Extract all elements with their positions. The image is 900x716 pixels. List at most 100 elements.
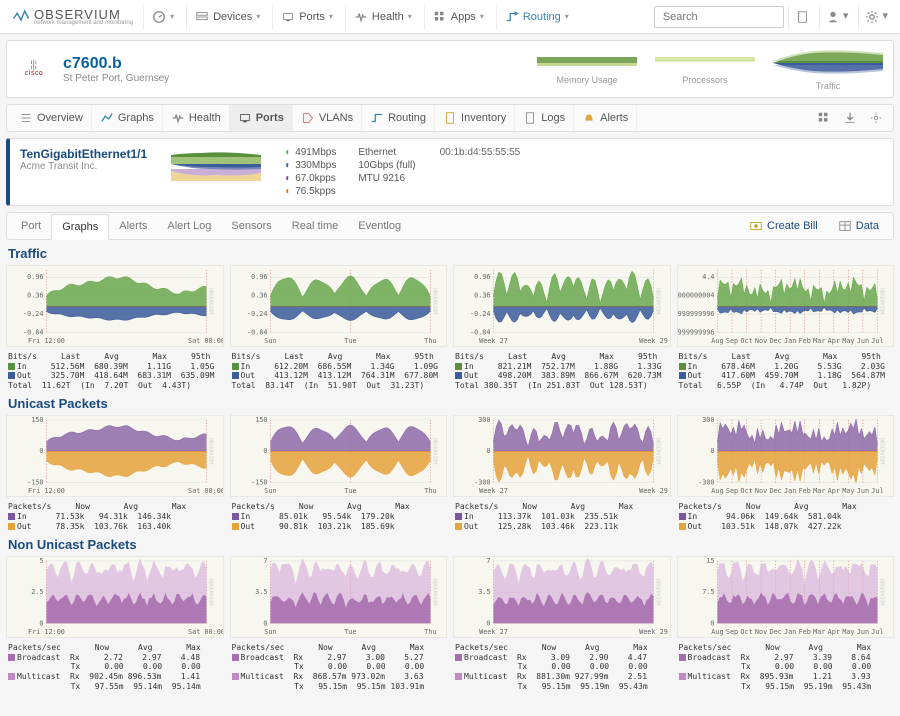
svg-text:-300: -300 bbox=[474, 479, 490, 487]
tab-routing[interactable]: Routing bbox=[362, 105, 435, 131]
caret-icon: ▾ bbox=[480, 12, 484, 21]
spark-label: Processors bbox=[655, 75, 755, 85]
sparkline-memory[interactable]: Memory Usage bbox=[537, 47, 637, 91]
tab-ports[interactable]: Ports bbox=[230, 105, 293, 131]
port-name[interactable]: TenGigabitEthernet1/1 bbox=[20, 147, 147, 161]
section-title: Non Unicast Packets bbox=[8, 537, 892, 552]
nav-item-dashboard[interactable]: ▾ bbox=[143, 4, 182, 30]
device-name[interactable]: c7600.b bbox=[63, 55, 169, 73]
search-input[interactable] bbox=[654, 6, 784, 28]
clipboard-icon bbox=[443, 111, 457, 125]
svg-text:Nov: Nov bbox=[754, 337, 766, 345]
svg-text:Apr: Apr bbox=[827, 628, 839, 636]
sparkline-processors[interactable]: Processors bbox=[655, 47, 755, 91]
spark-label: Memory Usage bbox=[537, 75, 637, 85]
subtab-create-bill[interactable]: Create Bill bbox=[739, 213, 828, 239]
device-location: St Peter Port, Guernsey bbox=[63, 73, 169, 84]
graph-cell[interactable]: 03.57SunTueThuOBSERVIUMPackets/sec Now A… bbox=[230, 556, 448, 691]
tabs-grid-button[interactable] bbox=[811, 105, 837, 131]
grid-icon bbox=[817, 111, 831, 125]
tab-logs[interactable]: Logs bbox=[515, 105, 574, 131]
subtab-alertlog[interactable]: Alert Log bbox=[157, 214, 221, 238]
svg-text:Jan: Jan bbox=[784, 628, 796, 636]
svg-text:OBSERVIUM: OBSERVIUM bbox=[431, 579, 437, 605]
svg-text:-0.84: -0.84 bbox=[247, 328, 268, 336]
section-title: Unicast Packets bbox=[8, 396, 892, 411]
subtab-port[interactable]: Port bbox=[11, 214, 51, 238]
nav-label: Apps bbox=[451, 11, 476, 23]
tab-label: Graphs bbox=[118, 112, 154, 124]
port-stats: ◐491Mbps Ethernet ◐330Mbps 10Gbps (full)… bbox=[285, 147, 415, 197]
graph-legend: Packets/sec Now Avg MaxBroadcast Rx 2.72… bbox=[6, 641, 224, 691]
brand[interactable]: OBSERVIUM network management and monitor… bbox=[6, 7, 139, 26]
tab-label: Alerts bbox=[600, 112, 628, 124]
graph-cell[interactable]: 03.57Week 27Week 29OBSERVIUMPackets/sec … bbox=[453, 556, 671, 691]
graph-cell[interactable]: 02.55Fri 12:00Sat 00:00OBSERVIUMPackets/… bbox=[6, 556, 224, 691]
device-header: ı|ıı|ıcisco c7600.b St Peter Port, Guern… bbox=[6, 40, 894, 98]
svg-text:OBSERVIUM: OBSERVIUM bbox=[431, 438, 437, 464]
svg-text:2.5: 2.5 bbox=[31, 588, 43, 596]
graph-cell[interactable]: -3000300AugSepOctNovDecJanFebMarAprMayJu… bbox=[677, 415, 895, 531]
svg-text:OBSERVIUM: OBSERVIUM bbox=[654, 288, 660, 314]
graph-cell[interactable]: -3000300Week 27Week 29OBSERVIUMPackets/s… bbox=[453, 415, 671, 531]
svg-text:0: 0 bbox=[39, 619, 43, 627]
svg-text:Nov: Nov bbox=[754, 487, 766, 495]
svg-text:Aug: Aug bbox=[711, 628, 723, 636]
nav-user-button[interactable]: ▾ bbox=[819, 3, 855, 29]
graph-cell[interactable]: -0.84-0.240.360.96Week 27Week 29OBSERVIU… bbox=[453, 265, 671, 390]
subtab-realtime[interactable]: Real time bbox=[282, 214, 348, 238]
nav-item-devices[interactable]: Devices ▾ bbox=[186, 4, 268, 30]
rate-pkts-out: 76.5kpps bbox=[295, 186, 336, 197]
graph-cell[interactable]: -1500150Fri 12:00Sat 00:00OBSERVIUMPacke… bbox=[6, 415, 224, 531]
nav-notebook-button[interactable] bbox=[788, 4, 815, 30]
graph-cell[interactable]: 07.515AugSepOctNovDecJanFebMarAprMayJunJ… bbox=[677, 556, 895, 691]
subtab-sensors[interactable]: Sensors bbox=[221, 214, 281, 238]
tab-inventory[interactable]: Inventory bbox=[435, 105, 515, 131]
svg-text:Week 27: Week 27 bbox=[479, 337, 508, 345]
svg-text:Week 29: Week 29 bbox=[639, 487, 668, 495]
svg-text:Fri 12:00: Fri 12:00 bbox=[28, 628, 65, 636]
subtab-data[interactable]: Data bbox=[828, 213, 889, 239]
tag-icon bbox=[301, 111, 315, 125]
nav-item-apps[interactable]: Apps ▾ bbox=[424, 4, 492, 30]
graph-cell[interactable]: -0.84-0.240.360.96SunTueThuOBSERVIUMBits… bbox=[230, 265, 448, 390]
rate-bits-out: 330Mbps bbox=[295, 160, 336, 171]
nav-item-routing[interactable]: Routing ▾ bbox=[496, 4, 577, 30]
svg-text:Dec: Dec bbox=[769, 628, 781, 636]
svg-text:Nov: Nov bbox=[754, 628, 766, 636]
svg-text:-0.84: -0.84 bbox=[470, 328, 491, 336]
svg-text:Sep: Sep bbox=[725, 628, 737, 636]
graph-cell[interactable]: -1500150SunTueThuOBSERVIUMPackets/s Now … bbox=[230, 415, 448, 531]
svg-text:Oct: Oct bbox=[740, 628, 752, 636]
tab-health[interactable]: Health bbox=[163, 105, 230, 131]
svg-text:Jul: Jul bbox=[871, 628, 883, 636]
svg-text:-150: -150 bbox=[27, 479, 43, 487]
ports-icon bbox=[238, 111, 252, 125]
graph-cell[interactable]: -3.8499999999999996-1.09999999999999961.… bbox=[677, 265, 895, 390]
gear-icon bbox=[869, 111, 883, 125]
nav-settings-button[interactable]: ▾ bbox=[858, 3, 894, 29]
svg-text:Jul: Jul bbox=[871, 337, 883, 345]
arrow-pkt-up-icon: ◐ bbox=[285, 173, 291, 184]
svg-text:Week 27: Week 27 bbox=[479, 487, 508, 495]
svg-text:Thu: Thu bbox=[424, 628, 436, 636]
svg-text:0: 0 bbox=[486, 619, 490, 627]
sparkline-traffic[interactable]: Traffic bbox=[773, 47, 883, 91]
svg-text:-1.0999999999999996: -1.0999999999999996 bbox=[677, 310, 715, 318]
tabs-download-button[interactable] bbox=[837, 105, 863, 131]
tab-graphs[interactable]: Graphs bbox=[92, 105, 163, 131]
tab-vlans[interactable]: VLANs bbox=[293, 105, 362, 131]
subtab-eventlog[interactable]: Eventlog bbox=[348, 214, 411, 238]
tab-overview[interactable]: Overview bbox=[11, 105, 92, 131]
tab-alerts[interactable]: Alerts bbox=[574, 105, 637, 131]
port-sparkline[interactable] bbox=[171, 147, 261, 181]
svg-text:Fri 12:00: Fri 12:00 bbox=[28, 487, 65, 495]
spark-label: Traffic bbox=[773, 81, 883, 91]
nav-item-health[interactable]: Health ▾ bbox=[345, 4, 420, 30]
graph-cell[interactable]: -0.84-0.240.360.96Fri 12:00Sat 00:00OBSE… bbox=[6, 265, 224, 390]
subtab-graphs[interactable]: Graphs bbox=[51, 214, 109, 240]
subtab-alerts[interactable]: Alerts bbox=[109, 214, 157, 238]
tabs-gear-button[interactable] bbox=[863, 105, 889, 131]
nav-item-ports[interactable]: Ports ▾ bbox=[272, 4, 341, 30]
port-mtu: MTU 9216 bbox=[358, 173, 405, 184]
